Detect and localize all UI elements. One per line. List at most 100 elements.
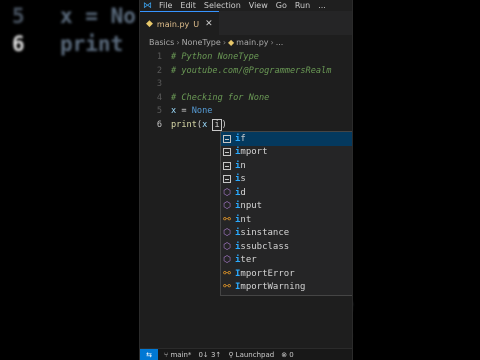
git-branch[interactable]: ⑂ main* xyxy=(164,351,191,359)
code-token: = xyxy=(176,106,192,117)
tab-filename: main.py xyxy=(156,19,190,29)
function-icon: ⬡ xyxy=(222,255,232,265)
breadcrumb-more[interactable]: ... xyxy=(276,38,284,47)
suggestion-rest: ter xyxy=(240,255,257,266)
suggestion-item[interactable]: ⚯ int xyxy=(221,213,352,227)
suggestion-item[interactable]: ⚯ ImportWarning xyxy=(221,281,352,295)
menu-file[interactable]: File xyxy=(159,1,172,10)
line-number: 4 xyxy=(156,92,162,103)
function-glyph: ⬡ xyxy=(223,241,231,252)
code-line[interactable]: 5 x = None xyxy=(140,105,352,119)
code-token: None xyxy=(191,106,213,117)
sync-status[interactable]: 0↓ 3↑ xyxy=(198,351,221,359)
suggestion-rest: mportError xyxy=(240,268,295,279)
code-token: # youtube.com/@ProgrammersRealm xyxy=(171,65,332,76)
menu-more[interactable]: ... xyxy=(318,1,326,10)
keyword-glyph xyxy=(223,161,231,170)
code-text: print(x i) xyxy=(171,118,227,133)
suggestion-item[interactable]: ⬡ isinstance xyxy=(221,227,352,241)
suggestion-rest: n xyxy=(240,160,246,171)
suggestion-item[interactable]: ⬡ input xyxy=(221,200,352,214)
suggestion-label: is xyxy=(235,174,246,184)
editor-window: ⋈ File Edit Selection View Go Run ... ◆ … xyxy=(139,0,353,360)
suggestion-item[interactable]: ⬡ issubclass xyxy=(221,240,352,254)
line-number: 5 xyxy=(156,106,162,117)
line-number: 1 xyxy=(156,52,162,62)
code-text: # youtube.com/@ProgrammersRealm xyxy=(171,65,331,79)
suggest-widget: if import in is ⬡ id ⬡ input ⚯ int ⬡ isinstance ⬡ iss… xyxy=(220,131,352,296)
code-line[interactable]: 1 # Python NoneType xyxy=(140,51,352,65)
breadcrumb-file[interactable]: main.py xyxy=(236,38,268,47)
chevron-right-icon: › xyxy=(270,37,274,47)
tab-main-py[interactable]: ◆ main.py U ✕ xyxy=(140,11,219,36)
suggestion-item[interactable]: ⬡ iter xyxy=(221,254,352,268)
suggestion-rest: mportWarning xyxy=(240,282,306,293)
background-code-line: 5 x = No xyxy=(12,2,140,30)
menu-edit[interactable]: Edit xyxy=(180,1,196,10)
function-glyph: ⬡ xyxy=(223,201,231,212)
code-token: # Python NoneType xyxy=(171,52,259,62)
suggestion-item[interactable]: import xyxy=(221,146,352,160)
keyword-icon xyxy=(222,161,232,171)
close-icon[interactable]: ✕ xyxy=(205,19,213,29)
menu-run[interactable]: Run xyxy=(295,1,310,10)
suggestion-item[interactable]: in xyxy=(221,159,352,173)
code-line[interactable]: 2 # youtube.com/@ProgrammersRealm xyxy=(140,65,352,79)
python-file-icon: ◆ xyxy=(146,19,153,29)
class-glyph: ⚯ xyxy=(223,282,231,293)
suggestion-label: issubclass xyxy=(235,242,289,252)
class-glyph: ⚯ xyxy=(223,214,231,225)
breadcrumb-folder-basics[interactable]: Basics xyxy=(149,38,174,47)
function-glyph: ⬡ xyxy=(223,228,231,239)
suggestion-label: input xyxy=(235,201,262,211)
suggestion-label: ImportWarning xyxy=(235,282,305,292)
function-icon: ⬡ xyxy=(222,201,232,211)
suggestion-rest: sinstance xyxy=(240,228,290,239)
keyword-icon xyxy=(222,147,232,157)
code-token: i xyxy=(212,118,222,131)
line-number: 2 xyxy=(156,65,162,76)
menubar: ⋈ File Edit Selection View Go Run ... xyxy=(140,0,352,11)
chevron-right-icon: › xyxy=(222,37,227,47)
vscode-logo-icon: ⋈ xyxy=(143,0,152,11)
python-file-icon: ◆ xyxy=(228,37,235,47)
class-icon: ⚯ xyxy=(222,282,232,292)
suggestion-rest: nt xyxy=(240,214,252,225)
function-glyph: ⬡ xyxy=(223,255,231,266)
function-icon: ⬡ xyxy=(222,188,232,198)
code-token: print xyxy=(171,119,197,130)
suggestion-item[interactable]: ⚯ ImportError xyxy=(221,267,352,281)
suggestion-rest: mport xyxy=(240,147,268,158)
suggestion-item[interactable]: ⬡ id xyxy=(221,186,352,200)
code-text: x = None xyxy=(171,105,212,119)
function-icon: ⬡ xyxy=(222,228,232,238)
background-line-number: 6 xyxy=(12,32,25,56)
menu-go[interactable]: Go xyxy=(276,1,287,10)
menu-view[interactable]: View xyxy=(249,1,268,10)
background-code-text: print xyxy=(60,32,124,56)
tab-bar: ◆ main.py U ✕ xyxy=(140,11,352,36)
code-token: # Checking for None xyxy=(171,92,270,103)
suggestion-rest: nput xyxy=(240,201,263,212)
code-line[interactable]: 4 # Checking for None xyxy=(140,92,352,106)
breadcrumb-folder-nonetype[interactable]: NoneType xyxy=(182,38,221,47)
keyword-glyph xyxy=(223,134,231,143)
background-code-text: x = No xyxy=(60,4,136,28)
suggestion-label: in xyxy=(235,161,246,171)
class-icon: ⚯ xyxy=(222,215,232,225)
problems-indicator[interactable]: ⊗ 0 xyxy=(281,351,294,359)
code-editor[interactable]: 1 # Python NoneType 2 # youtube.com/@Progra… xyxy=(140,51,352,133)
code-token: ) xyxy=(221,119,227,130)
code-line[interactable]: 3 xyxy=(140,78,352,92)
keyword-icon xyxy=(222,174,232,184)
launchpad-button[interactable]: ⚲ Launchpad xyxy=(228,351,274,359)
background-code-left: 5 x = No 6 print xyxy=(12,2,140,58)
suggestion-item[interactable]: if xyxy=(221,132,352,146)
menu-selection[interactable]: Selection xyxy=(204,1,241,10)
suggestion-label: int xyxy=(235,215,251,225)
remote-indicator-icon[interactable]: ⇆ xyxy=(140,349,158,360)
suggestion-rest: s xyxy=(240,174,246,185)
suggestion-item[interactable]: is xyxy=(221,173,352,187)
function-icon: ⬡ xyxy=(222,242,232,252)
keyword-glyph xyxy=(223,148,231,157)
